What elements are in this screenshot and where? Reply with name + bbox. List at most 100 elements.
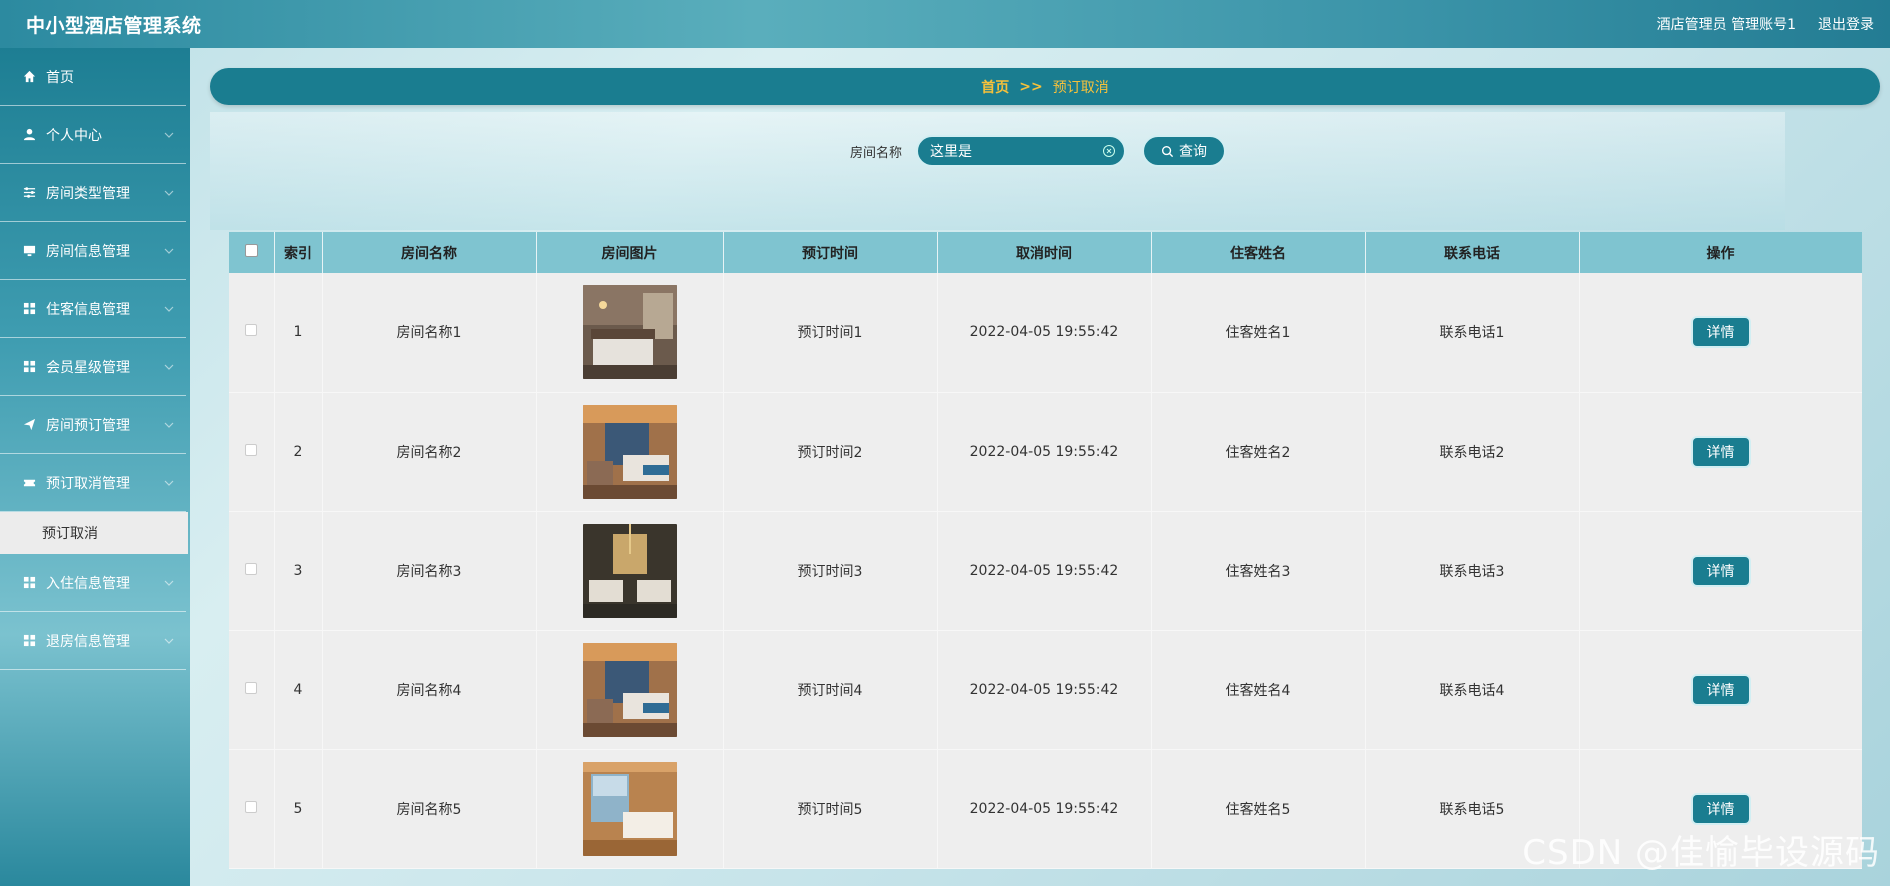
search-button-label: 查询 — [1179, 144, 1208, 160]
cell-guest-name: 住客姓名2 — [1151, 392, 1366, 512]
chevron-down-icon — [164, 580, 174, 586]
column-header: 索引 — [274, 232, 323, 273]
column-header: 房间名称 — [322, 232, 537, 273]
chevron-down-icon — [164, 422, 174, 428]
app-title: 中小型酒店管理系统 — [26, 14, 202, 37]
sidebar-item-profile[interactable]: 个人中心 — [0, 106, 186, 164]
cell-room-image — [536, 749, 724, 869]
send-icon — [22, 418, 36, 432]
monitor-icon — [22, 244, 36, 258]
search-label: 房间名称 — [850, 145, 903, 161]
user-icon — [22, 128, 36, 142]
cell-guest-name: 住客姓名1 — [1151, 273, 1366, 393]
sidebar-item-home[interactable]: 首页 — [0, 48, 186, 106]
sidebar-item-label: 会员星级管理 — [46, 359, 130, 376]
search-input[interactable] — [916, 135, 1127, 167]
select-all-checkbox[interactable] — [244, 244, 258, 257]
grid-icon — [22, 576, 36, 590]
sidebar-item-label: 房间类型管理 — [46, 185, 130, 202]
cell-index: 3 — [274, 511, 323, 631]
chevron-down-icon — [164, 364, 174, 370]
chevron-down-icon — [164, 638, 174, 644]
sidebar-item-label: 住客信息管理 — [46, 301, 130, 318]
sidebar-subitem-cancel[interactable]: 预订取消 — [0, 512, 188, 554]
search-panel-background — [210, 112, 1785, 230]
column-header: 住客姓名 — [1151, 232, 1366, 273]
cell-room-name: 房间名称4 — [322, 630, 537, 750]
sidebar-item-label: 个人中心 — [46, 127, 102, 144]
column-header: 预订时间 — [723, 232, 938, 273]
sidebar-item-checkout[interactable]: 退房信息管理 — [0, 612, 186, 670]
sidebar-item-label: 入住信息管理 — [46, 575, 130, 592]
chevron-down-icon — [164, 248, 174, 254]
cell-booked-time: 预订时间1 — [723, 273, 938, 393]
cell-index: 5 — [274, 749, 323, 869]
row-checkbox[interactable] — [245, 681, 258, 694]
detail-button[interactable]: 详情 — [1692, 437, 1749, 466]
chevron-down-icon — [164, 306, 174, 312]
logout-link[interactable]: 退出登录 — [1818, 14, 1874, 34]
cell-guest-name: 住客姓名4 — [1151, 630, 1366, 750]
clear-icon[interactable] — [1102, 144, 1116, 158]
row-checkbox[interactable] — [245, 324, 258, 337]
cell-room-image — [536, 630, 724, 750]
cell-actions: 详情 — [1579, 511, 1862, 631]
row-checkbox[interactable] — [245, 443, 258, 456]
room-photo — [582, 523, 677, 618]
cell-phone: 联系电话4 — [1365, 630, 1580, 750]
column-header: 联系电话 — [1365, 232, 1580, 273]
sidebar-item-checkin[interactable]: 入住信息管理 — [0, 554, 186, 612]
breadcrumb-home[interactable]: 首页 — [981, 77, 1009, 97]
sidebar-item-guest-info[interactable]: 住客信息管理 — [0, 280, 186, 338]
sidebar-item-label: 预订取消管理 — [46, 475, 130, 492]
cell-guest-name: 住客姓名3 — [1151, 511, 1366, 631]
detail-button[interactable]: 详情 — [1692, 318, 1749, 347]
cell-guest-name: 住客姓名5 — [1151, 749, 1366, 869]
cell-cancel-time: 2022-04-05 19:55:42 — [937, 749, 1152, 869]
breadcrumb: 首页 >> 预订取消 — [210, 68, 1880, 105]
cell-room-name: 房间名称5 — [322, 749, 537, 869]
sidebar-item-cancel-booking[interactable]: 预订取消管理 — [0, 454, 186, 512]
select-all-cell — [229, 232, 275, 273]
sidebar-item-label: 房间预订管理 — [46, 417, 130, 434]
search-input-wrap — [916, 135, 1127, 167]
cell-room-name: 房间名称2 — [322, 392, 537, 512]
cell-room-image — [536, 511, 724, 631]
cell-actions: 详情 — [1579, 273, 1862, 393]
sidebar-item-room-types[interactable]: 房间类型管理 — [0, 164, 186, 222]
sidebar: 首页 个人中心 房间类型管理 房间信息管理 住客信息管理 会员星级管理 房间预订… — [0, 48, 190, 886]
detail-button[interactable]: 详情 — [1692, 556, 1749, 585]
cell-booked-time: 预订时间2 — [723, 392, 938, 512]
cell-phone: 联系电话3 — [1365, 511, 1580, 631]
sidebar-item-room-info[interactable]: 房间信息管理 — [0, 222, 186, 280]
table-row: 3 房间名称3 预订时间3 2022-04-05 19:55:42 住客姓名3 … — [229, 511, 1862, 631]
detail-button[interactable]: 详情 — [1692, 794, 1749, 823]
cell-cancel-time: 2022-04-05 19:55:42 — [937, 273, 1152, 393]
cell-room-image — [536, 273, 724, 393]
sidebar-item-label: 房间信息管理 — [46, 243, 130, 260]
sidebar-item-label: 首页 — [46, 69, 74, 86]
detail-button[interactable]: 详情 — [1692, 675, 1749, 704]
cell-booked-time: 预订时间4 — [723, 630, 938, 750]
grid-icon — [22, 360, 36, 374]
sidebar-item-member-level[interactable]: 会员星级管理 — [0, 338, 186, 396]
sliders-icon — [22, 186, 36, 200]
cell-actions: 详情 — [1579, 630, 1862, 750]
current-user-label: 酒店管理员 管理账号1 — [1656, 17, 1796, 33]
sidebar-item-booking[interactable]: 房间预订管理 — [0, 396, 186, 454]
row-checkbox[interactable] — [245, 800, 258, 813]
table-row: 4 房间名称4 预订时间4 2022-04-05 19:55:42 住客姓名4 … — [229, 630, 1862, 750]
chevron-up-icon — [164, 480, 174, 486]
grid-icon — [22, 634, 36, 648]
cell-phone: 联系电话2 — [1365, 392, 1580, 512]
search-bar: 房间名称 查询 — [850, 135, 1227, 167]
watermark: CSDN @佳愉毕设源码 — [1522, 833, 1880, 873]
sidebar-item-label: 退房信息管理 — [46, 633, 130, 650]
search-button[interactable]: 查询 — [1142, 135, 1227, 167]
cell-room-name: 房间名称3 — [322, 511, 537, 631]
cell-booked-time: 预订时间3 — [723, 511, 938, 631]
room-photo — [582, 761, 677, 856]
row-checkbox[interactable] — [245, 562, 258, 575]
cell-index: 1 — [274, 273, 323, 393]
column-header: 操作 — [1579, 232, 1862, 273]
